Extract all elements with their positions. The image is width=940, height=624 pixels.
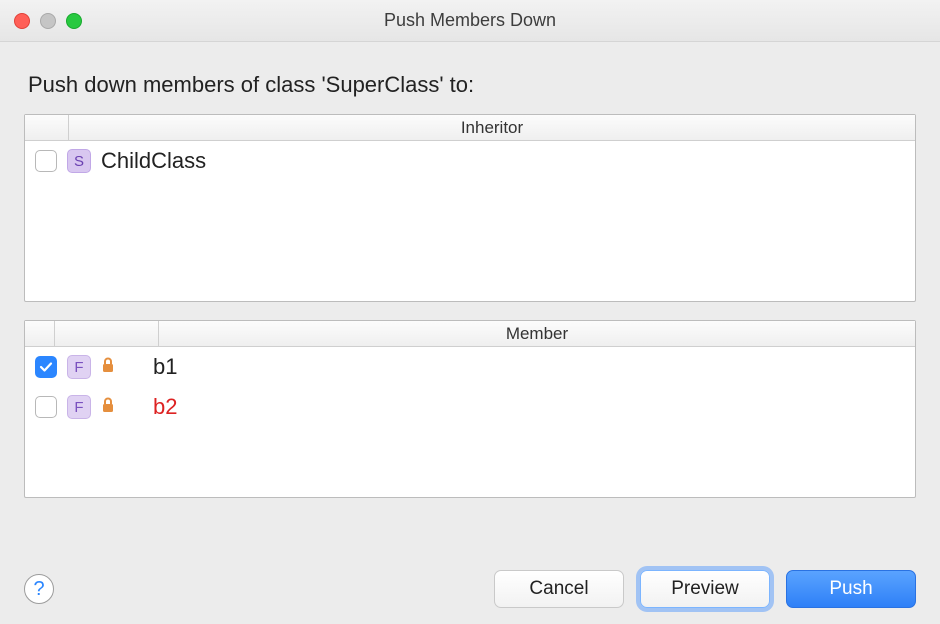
cancel-button[interactable]: Cancel (494, 570, 624, 608)
preview-button[interactable]: Preview (640, 570, 770, 608)
inheritor-column-header: Inheritor (69, 115, 915, 140)
inheritor-body: S ChildClass (25, 141, 915, 301)
window-title: Push Members Down (0, 10, 940, 31)
field-icon: F (67, 355, 91, 379)
lock-icon (101, 357, 115, 378)
member-header: Member (25, 321, 915, 347)
lock-icon (101, 397, 115, 418)
member-column-header: Member (159, 321, 915, 346)
header-spacer (25, 115, 69, 140)
member-name: b1 (153, 354, 177, 380)
member-checkbox[interactable] (35, 396, 57, 418)
titlebar: Push Members Down (0, 0, 940, 42)
member-row[interactable]: F b1 (25, 347, 915, 387)
member-name: b2 (153, 394, 177, 420)
member-body: F b1 F b2 (25, 347, 915, 497)
member-panel: Member F b1 F b2 (24, 320, 916, 498)
prompt-text: Push down members of class 'SuperClass' … (28, 72, 912, 98)
class-icon: S (67, 149, 91, 173)
member-row[interactable]: F b2 (25, 387, 915, 427)
inheritor-checkbox[interactable] (35, 150, 57, 172)
inheritor-panel: Inheritor S ChildClass (24, 114, 916, 302)
header-spacer-2 (55, 321, 159, 346)
header-spacer (25, 321, 55, 346)
inheritor-row[interactable]: S ChildClass (25, 141, 915, 181)
member-checkbox[interactable] (35, 356, 57, 378)
push-button[interactable]: Push (786, 570, 916, 608)
inheritor-header: Inheritor (25, 115, 915, 141)
help-button[interactable]: ? (24, 574, 54, 604)
inheritor-name: ChildClass (101, 148, 206, 174)
field-icon: F (67, 395, 91, 419)
